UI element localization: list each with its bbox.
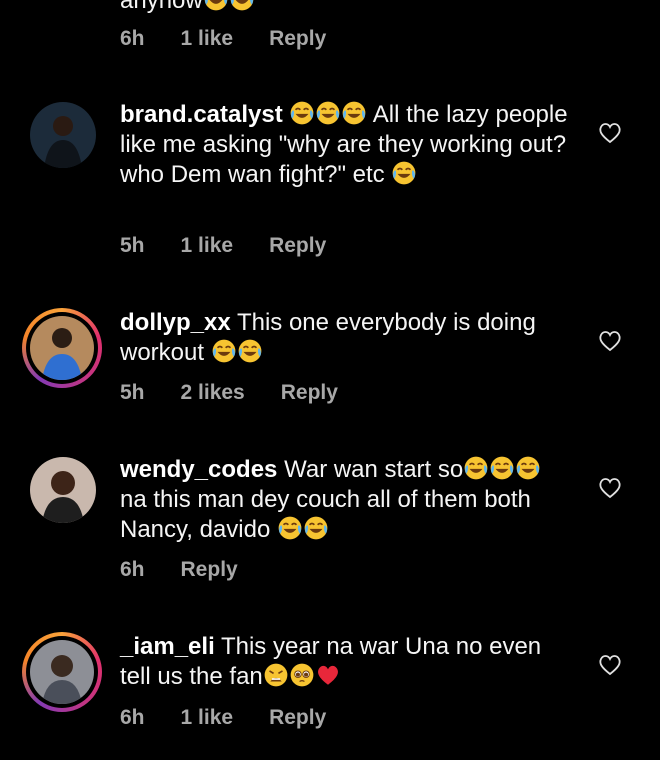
comment-text: dollyp_xx This one everybody is doing wo… (120, 308, 570, 368)
weary-face-emoji (263, 662, 289, 688)
reply-button[interactable]: Reply (269, 27, 326, 50)
face-with-tears-of-joy-emoji (463, 455, 489, 481)
comment-likes[interactable]: 1 like (181, 706, 234, 729)
heart-outline-icon[interactable] (598, 122, 622, 144)
red-heart-emoji (315, 662, 341, 688)
avatar[interactable] (30, 102, 96, 168)
face-with-tears-of-joy-emoji (277, 515, 303, 541)
face-with-tears-of-joy-emoji (515, 455, 541, 481)
comment-meta: 6h 1 like Reply (120, 706, 362, 730)
face-with-tears-of-joy-emoji (315, 100, 341, 126)
comment-likes[interactable]: 1 like (181, 234, 234, 257)
avatar (30, 316, 94, 380)
reply-button[interactable]: Reply (269, 706, 326, 729)
story-ring[interactable] (22, 308, 102, 388)
comment-username[interactable]: brand.catalyst (120, 101, 283, 128)
face-with-tears-of-joy-emoji (289, 100, 315, 126)
avatar (30, 640, 94, 704)
avatar[interactable] (30, 457, 96, 523)
comment-username[interactable]: _iam_eli (120, 633, 215, 660)
story-ring[interactable] (22, 632, 102, 712)
comment-time: 5h (120, 381, 145, 404)
face-with-tears-of-joy-emoji (341, 100, 367, 126)
face-with-tears-of-joy-emoji (237, 338, 263, 364)
comment-likes[interactable]: 1 like (181, 27, 234, 50)
comment-body: anyhow (120, 0, 203, 14)
comment-text: anyhow (120, 0, 570, 16)
comment-time: 6h (120, 558, 145, 581)
heart-outline-icon[interactable] (598, 330, 622, 352)
comment-time: 6h (120, 706, 145, 729)
comment-text: wendy_codes War wan start so na this man… (120, 455, 570, 545)
comment-body: War wan start so (284, 456, 464, 483)
reply-button[interactable]: Reply (181, 558, 238, 581)
face-with-tears-of-joy-emoji (391, 160, 417, 186)
comment-meta: 5h 2 likes Reply (120, 381, 374, 405)
face-with-tears-of-joy-emoji (229, 0, 255, 12)
comment-likes[interactable]: 2 likes (181, 381, 245, 404)
comment-text: _iam_eli This year na war Una no even te… (120, 632, 570, 692)
pleading-face-emoji (289, 662, 315, 688)
comment-username[interactable]: wendy_codes (120, 456, 277, 483)
comment-meta: 6h Reply (120, 558, 274, 582)
comment-time: 6h (120, 27, 145, 50)
reply-button[interactable]: Reply (269, 234, 326, 257)
heart-outline-icon[interactable] (598, 654, 622, 676)
comment-username[interactable]: dollyp_xx (120, 309, 231, 336)
face-with-tears-of-joy-emoji (203, 0, 229, 12)
comment-meta: 6h 1 like Reply (120, 27, 362, 51)
reply-button[interactable]: Reply (281, 381, 338, 404)
face-with-tears-of-joy-emoji (211, 338, 237, 364)
comment-text: brand.catalyst All the lazy people like … (120, 100, 570, 190)
comment-time: 5h (120, 234, 145, 257)
face-with-tears-of-joy-emoji (303, 515, 329, 541)
face-with-tears-of-joy-emoji (489, 455, 515, 481)
comment-meta: 5h 1 like Reply (120, 234, 362, 258)
heart-outline-icon[interactable] (598, 477, 622, 499)
